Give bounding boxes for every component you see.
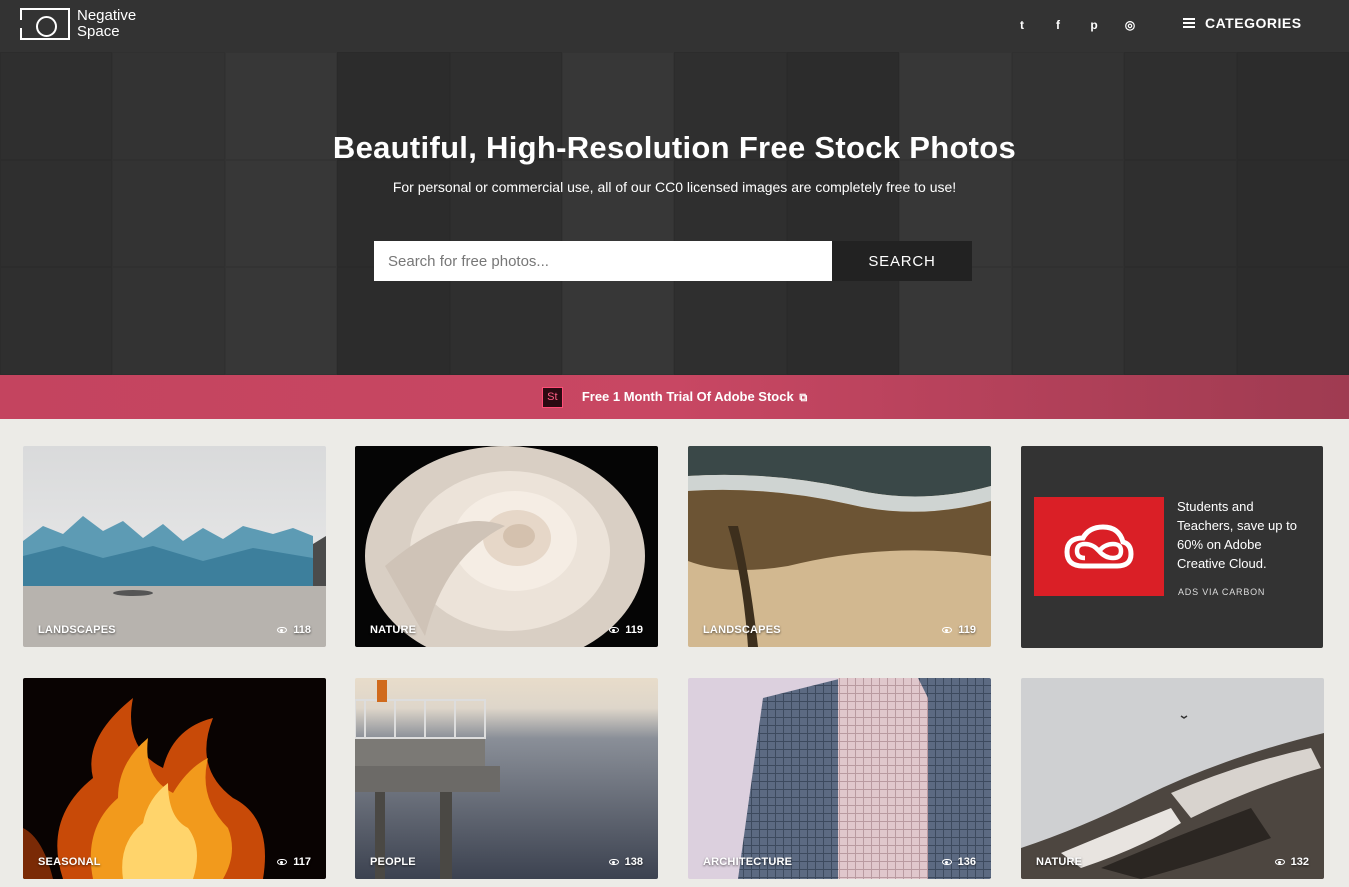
instagram-icon[interactable]: ◎: [1120, 14, 1140, 36]
view-count: 138: [608, 856, 643, 868]
hero-overlay: [0, 52, 1349, 375]
view-count: 118: [277, 624, 311, 636]
fire-photo: [23, 678, 326, 879]
promo-text: Free 1 Month Trial Of Adobe Stock ⧉: [582, 389, 807, 405]
rose-photo: [355, 446, 658, 647]
category-label[interactable]: ARCHITECTURE: [703, 856, 792, 868]
search-button[interactable]: SEARCH: [832, 241, 972, 281]
view-count: 132: [1274, 856, 1309, 868]
eye-icon: [1274, 859, 1285, 865]
photo-card[interactable]: LANDSCAPES 118: [23, 446, 326, 647]
category-label[interactable]: LANDSCAPES: [703, 624, 781, 636]
category-label[interactable]: NATURE: [370, 624, 416, 636]
carbon-ad[interactable]: Students and Teachers, save up to 60% on…: [1021, 446, 1323, 648]
creative-cloud-icon: [1064, 523, 1134, 568]
category-label[interactable]: SEASONAL: [38, 856, 101, 868]
logo-line-1: Negative: [77, 7, 137, 24]
category-label[interactable]: PEOPLE: [370, 856, 416, 868]
photo-card[interactable]: ARCHITECTURE 136: [688, 678, 991, 879]
eye-icon: [608, 859, 619, 865]
eye-icon: [277, 859, 288, 865]
logo-line-2: Space: [77, 23, 120, 40]
view-count: 136: [941, 856, 976, 868]
view-count-value: 136: [957, 856, 976, 868]
ad-text[interactable]: Students and Teachers, save up to 60% on…: [1177, 497, 1312, 573]
mountain-photo: [1021, 678, 1324, 879]
logo-text: Negative Space: [77, 8, 136, 40]
pier-photo: [355, 678, 658, 879]
search-input[interactable]: [374, 241, 832, 281]
facebook-icon[interactable]: f: [1048, 14, 1068, 36]
hero-section: Beautiful, High-Resolution Free Stock Ph…: [0, 52, 1349, 375]
top-navbar: Negative Space t f p ◎ CATEGORIES: [0, 0, 1349, 52]
ads-via-carbon-link[interactable]: ADS VIA CARBON: [1178, 587, 1265, 597]
categories-menu-button[interactable]: CATEGORIES: [1183, 15, 1302, 31]
photo-card[interactable]: SEASONAL 117: [23, 678, 326, 879]
camera-logo-icon: [18, 8, 70, 40]
eye-icon: [609, 627, 620, 633]
view-count-value: 119: [625, 624, 643, 636]
hamburger-icon: [1183, 18, 1195, 28]
view-count-value: 138: [624, 856, 643, 868]
category-label[interactable]: NATURE: [1036, 856, 1082, 868]
adobe-creative-cloud-logo[interactable]: [1034, 497, 1164, 596]
category-label[interactable]: LANDSCAPES: [38, 624, 116, 636]
adobe-stock-icon: St: [541, 386, 563, 408]
photo-card[interactable]: NATURE 119: [355, 446, 658, 647]
site-logo[interactable]: Negative Space: [18, 8, 136, 40]
photo-card[interactable]: PEOPLE 138: [355, 678, 658, 879]
social-links: t f p ◎: [1012, 14, 1140, 36]
photo-card[interactable]: NATURE 132: [1021, 678, 1324, 879]
hero-subtitle: For personal or commercial use, all of o…: [392, 179, 957, 195]
aerial-beach-photo: [688, 446, 991, 647]
view-count-value: 118: [293, 624, 311, 636]
twitter-icon[interactable]: t: [1012, 14, 1032, 36]
eye-icon: [941, 859, 952, 865]
view-count: 119: [942, 624, 976, 636]
view-count-value: 119: [958, 624, 976, 636]
view-count-value: 132: [1290, 856, 1309, 868]
eye-icon: [942, 627, 953, 633]
view-count-value: 117: [293, 856, 311, 868]
categories-label: CATEGORIES: [1205, 15, 1302, 31]
photo-card[interactable]: LANDSCAPES 119: [688, 446, 991, 647]
eye-icon: [277, 627, 288, 633]
hero-title: Beautiful, High-Resolution Free Stock Ph…: [332, 130, 1017, 165]
promo-label: Free 1 Month Trial Of Adobe Stock: [581, 389, 794, 404]
view-count: 119: [609, 624, 643, 636]
view-count: 117: [277, 856, 311, 868]
external-link-icon: ⧉: [799, 392, 808, 404]
glacier-photo: [23, 446, 326, 647]
pinterest-icon[interactable]: p: [1084, 14, 1104, 36]
adobe-stock-promo-banner[interactable]: St Free 1 Month Trial Of Adobe Stock ⧉: [0, 375, 1349, 419]
skyscraper-photo: [688, 678, 991, 879]
